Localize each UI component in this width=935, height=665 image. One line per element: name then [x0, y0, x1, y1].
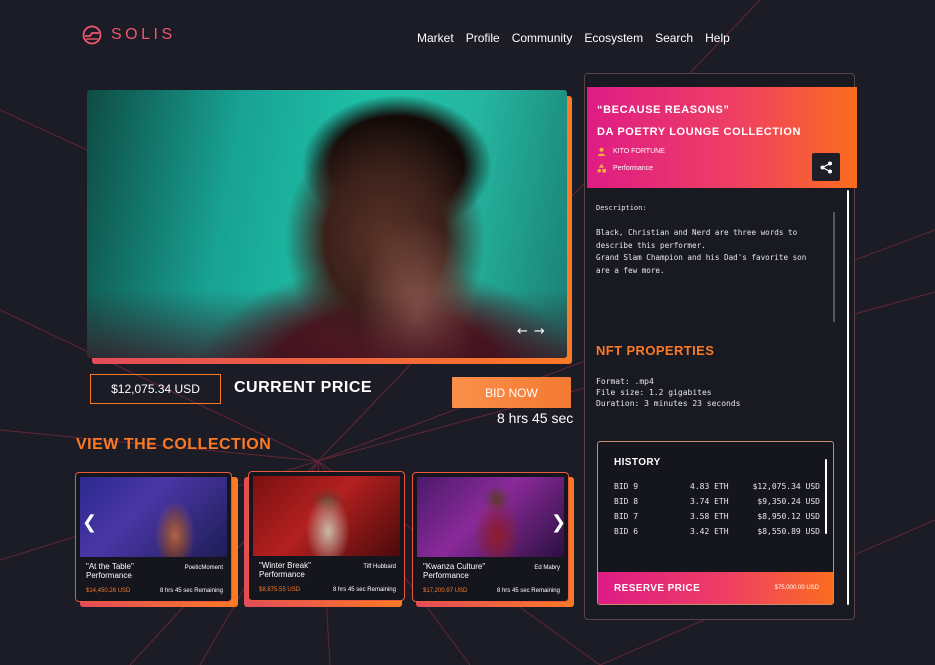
property-file-size: File size: 1.2 gigabites [596, 388, 712, 397]
card-time-remaining: 8 hrs 45 sec Remaining [496, 588, 560, 594]
collection-card[interactable]: "At the Table" Performance PoeticMoment … [75, 472, 232, 602]
card-image [80, 477, 227, 557]
user-icon [597, 147, 606, 156]
description-line: Grand Slam Champion and his Dad's favori… [596, 253, 807, 263]
history-scrollbar[interactable] [825, 459, 827, 534]
reserve-price-bar: RESERVE PRICE $75,000.00 USD [598, 572, 833, 604]
description-line: are a few more. [596, 265, 665, 275]
carousel-prev-icon[interactable]: ❮ [82, 512, 97, 533]
card-price: $17,200.97 USD [423, 588, 468, 594]
current-price-value: $12,075.34 USD [90, 374, 221, 404]
bid-usd: $8,550.89 USD [757, 527, 820, 536]
brand-name: SOLIS [111, 26, 176, 43]
nav-item-help[interactable]: Help [705, 31, 730, 45]
card-author: Tiff Hubbard [363, 564, 396, 570]
card-title: "Kwanza Culture" Performance [423, 562, 486, 580]
card-time-remaining: 8 hrs 45 sec Remaining [332, 587, 396, 593]
bid-number: BID 8 [614, 497, 639, 506]
arrow-right-icon[interactable]: → [534, 324, 545, 339]
arrow-left-icon[interactable]: ← [517, 324, 528, 339]
details-header: “BECAUSE REASONS” DA POETRY LOUNGE COLLE… [587, 87, 857, 188]
collection-card[interactable]: "Kwanza Culture" Performance Ed Mabry $1… [412, 472, 569, 602]
bid-eth: 3.58 ETH [690, 512, 729, 521]
artist-name: KITO FORTUNE [613, 148, 665, 155]
bid-usd: $8,950.12 USD [757, 512, 820, 521]
bid-usd: $12,075.34 USD [752, 482, 820, 491]
view-collection-heading[interactable]: VIEW THE COLLECTION [76, 436, 271, 454]
current-price-label: CURRENT PRICE [234, 379, 373, 396]
history-row: BID 6 3.42 ETH $8,550.89 USD [614, 527, 820, 540]
card-title: "At the Table" Performance [86, 562, 134, 580]
reserve-price-value: $75,000.00 USD [774, 585, 819, 591]
card-time-remaining: 8 hrs 45 sec Remaining [159, 588, 223, 594]
share-icon [820, 161, 832, 173]
description-line: Black, Christian and Nerd are three word… [596, 228, 798, 237]
hero-shade [87, 290, 567, 358]
bid-eth: 3.42 ETH [690, 527, 729, 536]
property-format: Format: .mp4 [596, 377, 654, 386]
bid-number: BID 6 [614, 527, 639, 536]
history-row: BID 8 3.74 ETH $9,350.24 USD [614, 497, 820, 510]
logo[interactable]: SOLIS [82, 25, 176, 45]
nav-item-ecosystem[interactable]: Ecosystem [584, 31, 643, 45]
description-scrollbar[interactable] [833, 212, 835, 322]
sun-logo-icon [82, 25, 102, 45]
hero-video[interactable]: ← → [87, 90, 567, 358]
card-price: $14,450.26 USD [86, 588, 131, 594]
history-row: BID 7 3.58 ETH $8,950.12 USD [614, 512, 820, 525]
nav-item-profile[interactable]: Profile [466, 31, 500, 45]
nft-properties-heading: NFT PROPERTIES [596, 343, 715, 358]
nft-properties-list: Format: .mp4 File size: 1.2 gigabites Du… [596, 376, 741, 409]
bid-number: BID 7 [614, 512, 639, 521]
time-remaining: 8 hrs 45 sec [497, 410, 574, 426]
nav-item-search[interactable]: Search [655, 31, 693, 45]
carousel-next-icon[interactable]: ❯ [551, 512, 566, 533]
bid-now-button[interactable]: BID NOW [452, 377, 571, 408]
nav-item-market[interactable]: Market [417, 31, 454, 45]
card-author: PoeticMoment [184, 565, 223, 571]
collection-card[interactable]: "Winter Break" Performance Tiff Hubbard … [248, 471, 405, 601]
artist-row[interactable]: KITO FORTUNE [597, 147, 665, 156]
reserve-price-label: RESERVE PRICE [614, 583, 701, 594]
history-row: BID 9 4.83 ETH $12,075.34 USD [614, 482, 820, 495]
bid-number: BID 9 [614, 482, 639, 491]
nav-item-community[interactable]: Community [512, 31, 573, 45]
description-text: Black, Christian and Nerd are three word… [596, 227, 832, 277]
hero-arrows: ← → [517, 324, 545, 339]
category-row[interactable]: Performance [597, 164, 653, 173]
panel-scrollbar[interactable] [847, 190, 849, 605]
card-author: Ed Mabry [534, 565, 560, 571]
card-image [253, 476, 400, 556]
card-price: $8,875.55 USD [259, 587, 301, 593]
bid-eth: 3.74 ETH [690, 497, 729, 506]
nft-title: “BECAUSE REASONS” [597, 104, 730, 116]
bid-history: HISTORY BID 9 4.83 ETH $12,075.34 USD BI… [597, 441, 834, 605]
card-title: "Winter Break" Performance [259, 561, 311, 579]
description-label: Description: [596, 204, 647, 212]
category-name: Performance [613, 165, 654, 172]
card-image [417, 477, 564, 557]
shapes-icon [597, 164, 606, 173]
history-title: HISTORY [614, 457, 661, 468]
share-button[interactable] [812, 153, 840, 181]
collection-name: DA POETRY LOUNGE COLLECTION [597, 126, 802, 138]
description-line: describe this performer. [596, 240, 706, 250]
bid-usd: $9,350.24 USD [757, 497, 820, 506]
main-nav: Market Profile Community Ecosystem Searc… [417, 31, 730, 45]
property-duration: Duration: 3 minutes 23 seconds [596, 399, 741, 408]
bid-eth: 4.83 ETH [690, 482, 729, 491]
